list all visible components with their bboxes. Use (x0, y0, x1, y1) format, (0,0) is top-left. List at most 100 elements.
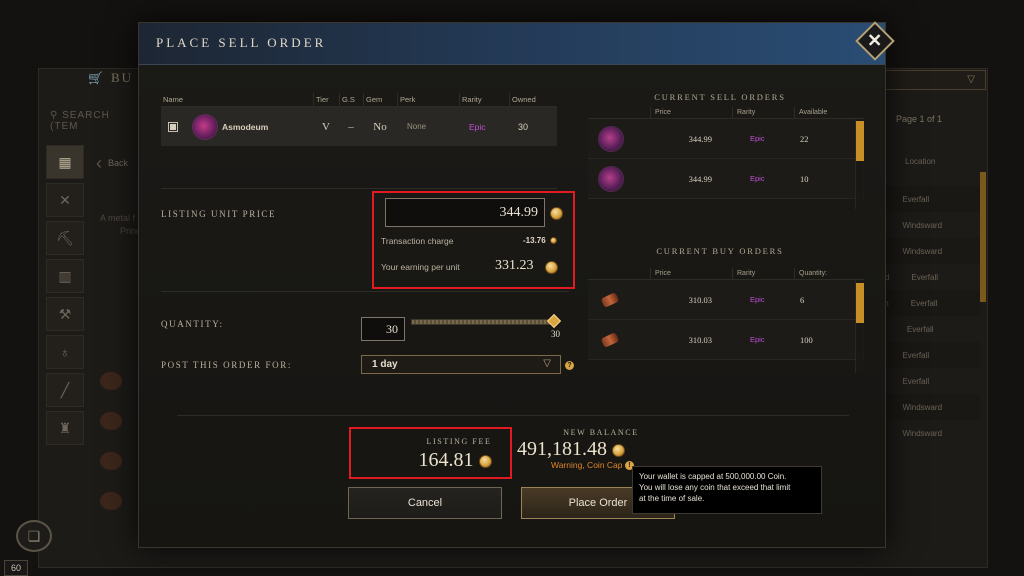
divider (161, 291, 569, 292)
item-owned: 30 (517, 121, 528, 132)
highlight-frame (372, 191, 575, 289)
table-row[interactable]: 344.99 Epic 10 (588, 159, 864, 199)
new-balance-label: NEW BALANCE (563, 428, 639, 437)
item-perk: None (407, 122, 427, 131)
coin-cap-warning-text: Warning, Coin Cap (551, 460, 623, 470)
wand-icon: ╱ (46, 373, 84, 407)
order-price: 344.99 (688, 173, 712, 184)
buy-orders-header: Price Rarity Quantity: (588, 267, 864, 280)
background-row: 14dEverfall (870, 264, 980, 290)
background-dropdown: ▽ (878, 70, 986, 90)
order-quantity: 6 (800, 294, 805, 305)
table-row[interactable]: 344.99 Epic 22 (588, 119, 864, 159)
item-gem: No (373, 120, 387, 133)
background-row: dWindsward (870, 394, 980, 420)
tooltip-line: You will lose any coin that exceed that … (639, 483, 791, 492)
order-rarity: Epic (750, 174, 765, 183)
divider (177, 415, 849, 416)
cancel-button[interactable]: Cancel (348, 487, 502, 519)
asmodeum-ingot-icon (600, 291, 620, 308)
header-gem: Gem (363, 92, 397, 107)
item-table-header: Name Tier G.S Gem Perk Rarity Owned (161, 92, 557, 107)
current-sell-orders-title: CURRENT SELL ORDERS (654, 92, 786, 102)
item-cell (588, 125, 650, 152)
asmodeum-icon (598, 125, 624, 152)
buy-orders-scrollbar[interactable] (855, 281, 864, 373)
background-row: dEverfall (870, 342, 980, 368)
info-icon[interactable]: ? (565, 361, 574, 370)
table-row[interactable]: Asmodeum V – No None Epic 30 (161, 107, 557, 147)
coin-cap-tooltip: Your wallet is capped at 500,000.00 Coin… (632, 466, 822, 514)
highlight-frame (349, 427, 512, 479)
chevron-down-icon: ▽ (543, 358, 551, 369)
item-tier: V (322, 120, 330, 133)
table-row[interactable]: 310.03 Epic 100 (588, 320, 864, 360)
chat-icon[interactable]: ❏ (16, 520, 52, 552)
scrollbar-thumb[interactable] (856, 283, 864, 323)
quantity-max: 30 (551, 329, 560, 339)
background-row: 2dEverfall (870, 316, 980, 342)
place-order-button-label: Place Order (568, 497, 628, 509)
order-available: 10 (800, 173, 809, 184)
asmodeum-icon (598, 165, 624, 192)
background-row-location: Windsward (902, 220, 943, 230)
item-checkbox[interactable] (168, 121, 178, 132)
sell-orders-header: Price Rarity Available (588, 106, 864, 119)
table-row[interactable]: 310.03 Epic 6 (588, 280, 864, 320)
header-price: Price (650, 106, 732, 119)
background-row-location: Windsward (902, 402, 943, 412)
background-row-location: Windsward (902, 428, 943, 438)
chair-icon: ♜ (46, 411, 84, 445)
cancel-button-label: Cancel (407, 497, 443, 509)
background-row-location: Everfall (902, 376, 930, 386)
order-available: 22 (800, 133, 809, 144)
background-row: dEverfall (870, 368, 980, 394)
header-available: Available (794, 106, 852, 119)
item-cell (588, 165, 650, 192)
sell-orders-scrollbar[interactable] (855, 119, 864, 209)
item-name-cell: Asmodeum (161, 113, 313, 140)
bag-icon: ♁ (46, 335, 84, 369)
coin-icon (612, 443, 625, 457)
order-price: 310.03 (688, 294, 712, 305)
quantity-input[interactable]: 30 (361, 317, 405, 341)
background-row-location: Everfall (911, 272, 939, 282)
background-row: dWindsward (870, 420, 980, 446)
grid-icon: ▦ (46, 145, 84, 179)
quantity-slider-handle[interactable] (546, 313, 562, 329)
header-tier: Tier (313, 92, 339, 107)
scrollbar-thumb[interactable] (856, 121, 864, 161)
asmodeum-icon (192, 113, 218, 140)
order-price: 310.03 (688, 334, 712, 345)
order-rarity: Epic (750, 134, 765, 143)
order-rarity: Epic (750, 335, 765, 344)
header-price: Price (650, 267, 732, 280)
background-back-link: ‹ Back (96, 153, 128, 174)
asmodeum-ingot-icon (600, 331, 620, 348)
swords-icon: ✕ (46, 183, 84, 217)
quantity-slider[interactable] (411, 319, 555, 325)
fps-counter: 60 (4, 560, 28, 576)
cart-icon: 🛒 (88, 71, 105, 85)
item-cell (588, 291, 650, 308)
item-name: Asmodeum (222, 121, 269, 132)
header-quantity: Quantity: (794, 267, 852, 280)
header-gs: G.S (339, 92, 363, 107)
header-rarity: Rarity (732, 267, 794, 280)
background-header-label: BU (110, 70, 134, 85)
chevron-down-icon: ▽ (967, 74, 975, 85)
current-buy-orders-title: CURRENT BUY ORDERS (656, 246, 784, 256)
background-category-sidebar: ▦ ✕ ⛏ ▥ ⚒ ♁ ╱ ♜ (46, 145, 86, 455)
header-rarity: Rarity (459, 92, 509, 107)
background-row-location: Everfall (902, 194, 930, 204)
tools-icon: ⚒ (46, 297, 84, 331)
order-quantity: 100 (800, 334, 813, 345)
post-order-duration-label: POST THIS ORDER FOR: (161, 360, 292, 370)
background-row: dWindsward (870, 238, 980, 264)
coin-cap-warning[interactable]: Warning, Coin Cap ! (551, 460, 634, 471)
background-search: ⚲ SEARCH (TEM (50, 110, 140, 132)
header-perk: Perk (397, 92, 459, 107)
order-rarity: Epic (750, 295, 765, 304)
header-name: Name (163, 94, 184, 104)
duration-select[interactable]: 1 day ▽ (361, 355, 561, 374)
